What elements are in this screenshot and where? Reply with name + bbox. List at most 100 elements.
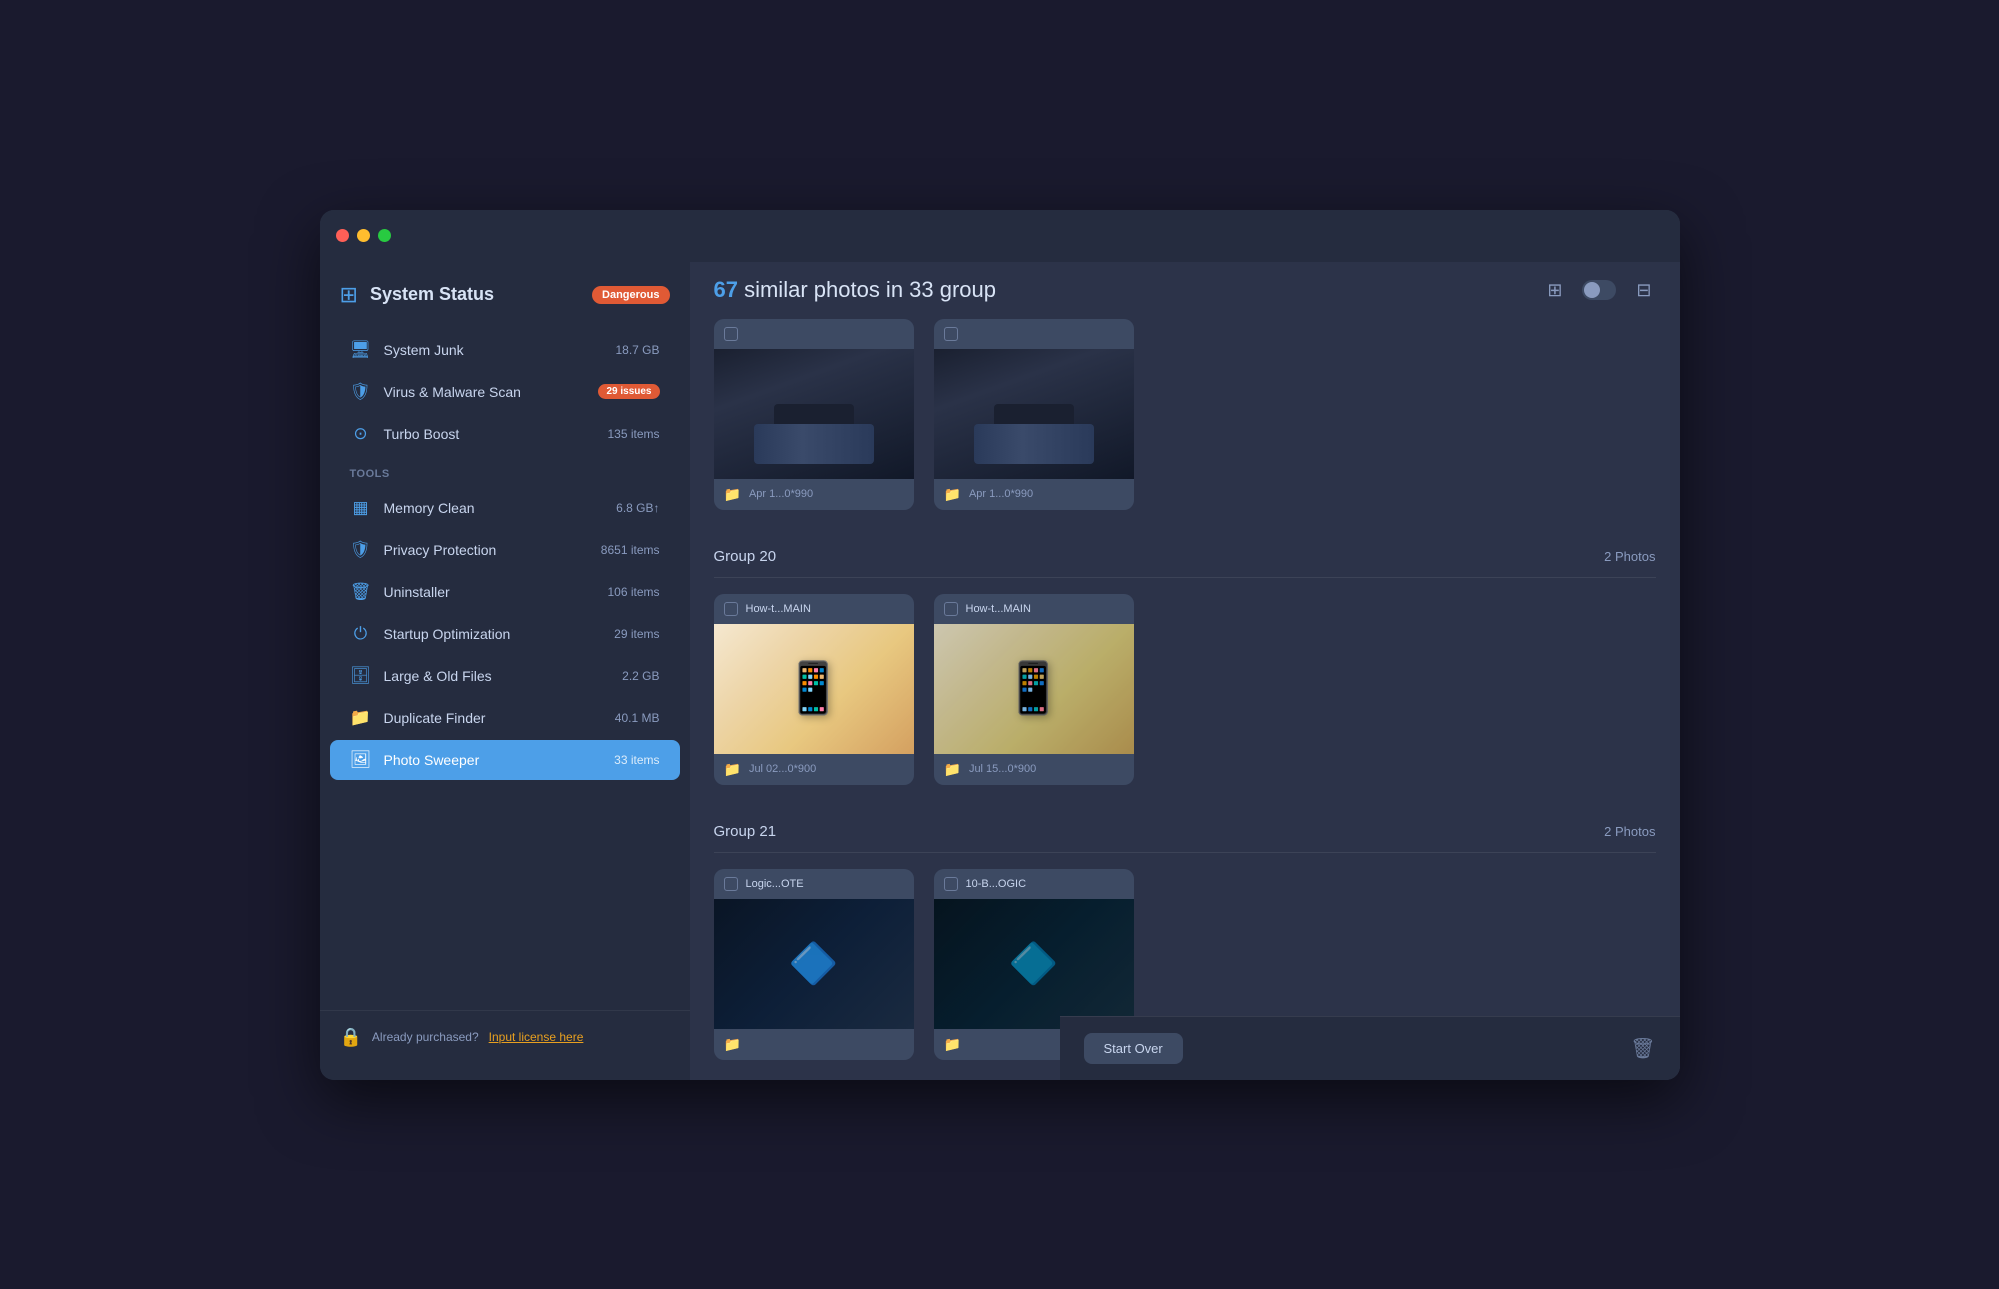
sidebar-item-label: Turbo Boost — [384, 426, 596, 442]
title-count: 67 — [714, 277, 738, 302]
photo-group-partial: 📁 Apr 1...0*990 — [714, 319, 1656, 510]
group-count: 2 Photos — [1604, 824, 1655, 839]
photo-image — [934, 349, 1134, 479]
sidebar-item-large-old-files[interactable]: 🗄 Large & Old Files 2.2 GB — [330, 656, 680, 696]
photo-card[interactable]: Logic...OTE 📁 — [714, 869, 914, 1060]
photo-card-bottom: 📁 — [714, 1029, 914, 1060]
photo-cards: 📁 Apr 1...0*990 — [714, 319, 1656, 510]
issues-badge: 29 issues — [598, 384, 659, 399]
sidebar-item-photo-sweeper[interactable]: 🖼 Photo Sweeper 33 items — [330, 740, 680, 780]
photo-meta: Jul 02...0*900 — [749, 763, 816, 775]
memory-icon: ▦ — [350, 498, 372, 518]
photo-card-name: How-t...MAIN — [746, 603, 811, 615]
photo-card-bottom: 📁 Jul 15...0*900 — [934, 754, 1134, 785]
bottom-bar: Start Over 🗑 — [1060, 1016, 1680, 1080]
photo-card[interactable]: 📁 Apr 1...0*990 — [714, 319, 914, 510]
sidebar: ⊞ System Status Dangerous 🖥 System Junk … — [320, 262, 690, 1080]
photo-card[interactable]: How-t...MAIN 📁 Jul 15...0*900 — [934, 594, 1134, 785]
photo-checkbox[interactable] — [944, 877, 958, 891]
sidebar-item-uninstaller[interactable]: 🗑 Uninstaller 106 items — [330, 572, 680, 612]
photo-image — [934, 899, 1134, 1029]
sidebar-item-label: Memory Clean — [384, 500, 605, 516]
sidebar-item-turbo-boost[interactable]: ⊙ Turbo Boost 135 items — [330, 414, 680, 454]
photo-card-top — [714, 319, 914, 349]
sidebar-item-value: 29 items — [614, 627, 659, 641]
photo-card-top: Logic...OTE — [714, 869, 914, 899]
sidebar-item-label: Uninstaller — [384, 584, 596, 600]
photo-checkbox[interactable] — [724, 327, 738, 341]
close-button[interactable] — [336, 229, 349, 242]
shield-scan-icon: 🛡 — [350, 382, 372, 402]
photo-group-20: Group 20 2 Photos How-t...MAIN — [714, 538, 1656, 785]
photo-sweeper-icon: 🖼 — [350, 750, 372, 770]
sidebar-item-duplicate-finder[interactable]: 📁 Duplicate Finder 40.1 MB — [330, 698, 680, 738]
grid-view-button[interactable]: ⊞ — [1543, 276, 1566, 305]
traffic-lights — [336, 229, 391, 242]
start-over-button[interactable]: Start Over — [1084, 1033, 1183, 1064]
sidebar-item-startup-optimization[interactable]: ⏻ Startup Optimization 29 items — [330, 614, 680, 654]
main-header: 67 similar photos in 33 group ⊞ ⊟ — [690, 262, 1680, 319]
files-icon: 🗄 — [350, 666, 372, 686]
sidebar-item-label: Virus & Malware Scan — [384, 384, 587, 400]
group-header: Group 21 2 Photos — [714, 813, 1656, 853]
photo-card-top: How-t...MAIN — [934, 594, 1134, 624]
photo-meta: Apr 1...0*990 — [749, 488, 813, 500]
footer-text: Already purchased? — [372, 1030, 479, 1044]
photo-image — [714, 624, 914, 754]
lock-icon: 🔒 — [340, 1027, 362, 1048]
folder-icon: 📁 — [724, 486, 741, 503]
photo-card-name: How-t...MAIN — [966, 603, 1031, 615]
sidebar-item-label: Large & Old Files — [384, 668, 611, 684]
duplicate-icon: 📁 — [350, 708, 372, 728]
sidebar-item-virus-malware[interactable]: 🛡 Virus & Malware Scan 29 issues — [330, 372, 680, 412]
sidebar-footer: 🔒 Already purchased? Input license here — [320, 1010, 690, 1064]
group-count: 2 Photos — [1604, 549, 1655, 564]
header-controls: ⊞ ⊟ — [1543, 276, 1655, 305]
sidebar-item-value: 2.2 GB — [622, 669, 659, 683]
photo-image — [714, 899, 914, 1029]
list-view-button[interactable]: ⊟ — [1632, 276, 1655, 305]
folder-icon: 📁 — [724, 761, 741, 778]
photo-checkbox[interactable] — [944, 327, 958, 341]
scroll-area[interactable]: 📁 Apr 1...0*990 — [690, 319, 1680, 1080]
status-badge: Dangerous — [592, 286, 669, 304]
toggle-switch[interactable] — [1582, 280, 1616, 300]
license-link[interactable]: Input license here — [489, 1030, 584, 1044]
photo-card-name: 10-B...OGIC — [966, 878, 1027, 890]
sidebar-items: 🖥 System Junk 18.7 GB 🛡 Virus & Malware … — [320, 324, 690, 1010]
folder-icon: 📁 — [944, 1036, 961, 1053]
photo-checkbox[interactable] — [724, 877, 738, 891]
photo-card-name: Logic...OTE — [746, 878, 804, 890]
sidebar-item-value: 6.8 GB↑ — [616, 501, 659, 515]
sidebar-item-system-junk[interactable]: 🖥 System Junk 18.7 GB — [330, 330, 680, 370]
folder-icon: 📁 — [944, 761, 961, 778]
sidebar-item-label: Startup Optimization — [384, 626, 603, 642]
title-rest: similar photos in 33 group — [738, 277, 996, 302]
photo-cards: How-t...MAIN 📁 Jul 02...0*900 — [714, 594, 1656, 785]
trash-icon[interactable]: 🗑 — [1630, 1036, 1655, 1061]
sidebar-item-value: 33 items — [614, 753, 659, 767]
folder-icon: 📁 — [724, 1036, 741, 1053]
monitor-icon: 🖥 — [350, 340, 372, 360]
privacy-icon: 🛡 — [350, 540, 372, 560]
main-panel: 67 similar photos in 33 group ⊞ ⊟ — [690, 262, 1680, 1080]
sidebar-item-privacy-protection[interactable]: 🛡 Privacy Protection 8651 items — [330, 530, 680, 570]
maximize-button[interactable] — [378, 229, 391, 242]
group-name: Group 20 — [714, 548, 777, 565]
sidebar-item-value: 8651 items — [601, 543, 660, 557]
sidebar-item-label: Photo Sweeper — [384, 752, 603, 768]
photo-checkbox[interactable] — [944, 602, 958, 616]
photo-checkbox[interactable] — [724, 602, 738, 616]
group-name: Group 21 — [714, 823, 777, 840]
system-status-icon: ⊞ — [340, 282, 358, 308]
sidebar-item-memory-clean[interactable]: ▦ Memory Clean 6.8 GB↑ — [330, 488, 680, 528]
photo-card[interactable]: 📁 Apr 1...0*990 — [934, 319, 1134, 510]
photo-card[interactable]: How-t...MAIN 📁 Jul 02...0*900 — [714, 594, 914, 785]
main-title: 67 similar photos in 33 group — [714, 277, 997, 303]
sidebar-header: ⊞ System Status Dangerous — [320, 262, 690, 324]
titlebar — [320, 210, 1680, 262]
minimize-button[interactable] — [357, 229, 370, 242]
photo-card-top: How-t...MAIN — [714, 594, 914, 624]
sidebar-item-value: 18.7 GB — [615, 343, 659, 357]
photo-card-bottom: 📁 Apr 1...0*990 — [714, 479, 914, 510]
